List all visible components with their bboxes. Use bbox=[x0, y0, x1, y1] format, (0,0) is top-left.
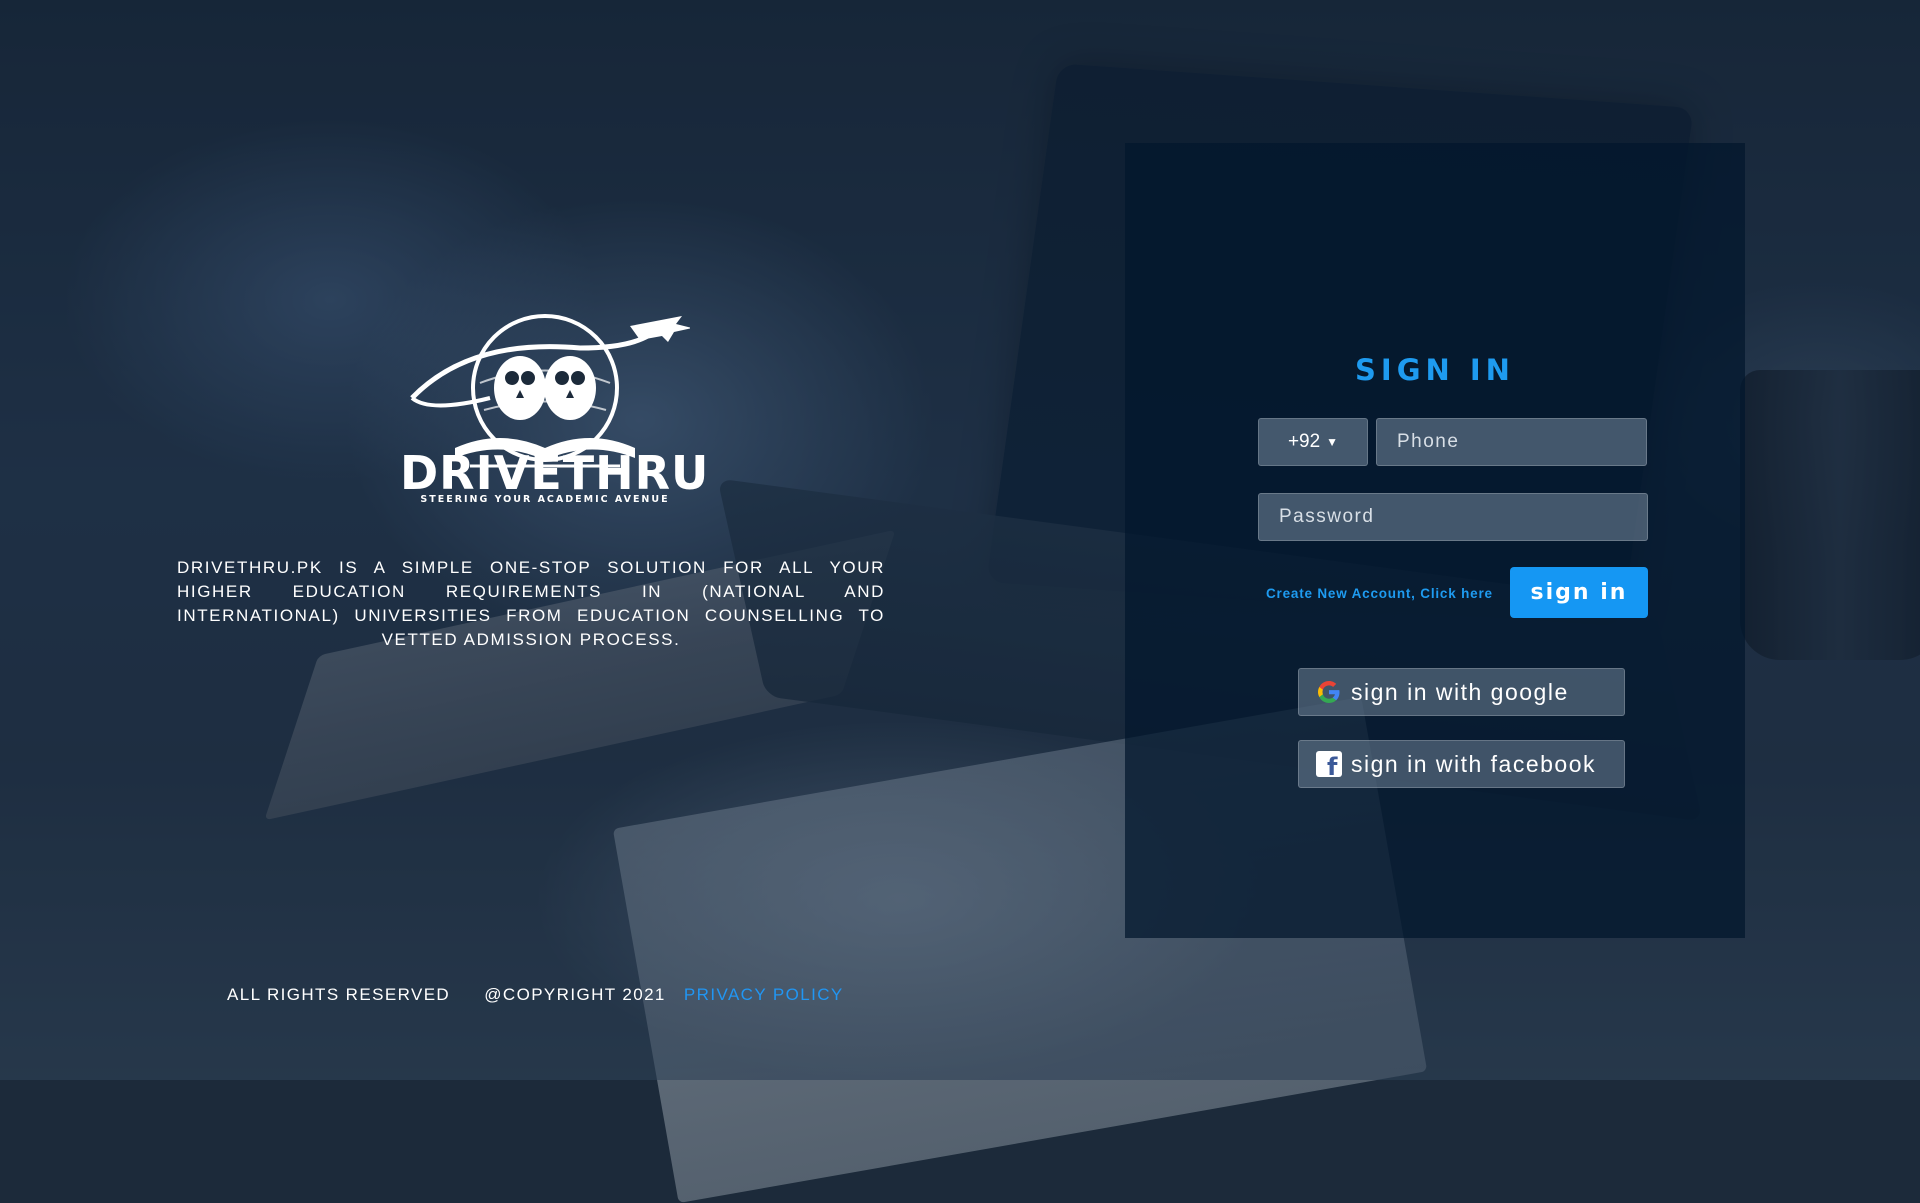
phone-input[interactable] bbox=[1376, 418, 1647, 466]
footer: ALL RIGHTS RESERVED @COPYRIGHT 2021 PRIV… bbox=[227, 985, 844, 1005]
google-g-icon bbox=[1315, 678, 1343, 706]
signin-panel: SIGN IN +92 ▼ Create New Account, Click … bbox=[1125, 143, 1745, 938]
facebook-signin-button[interactable]: f sign in with facebook bbox=[1298, 740, 1625, 788]
signin-title: SIGN IN bbox=[1355, 353, 1515, 387]
password-input[interactable] bbox=[1258, 493, 1648, 541]
signin-button[interactable]: sign in bbox=[1510, 567, 1648, 618]
caret-down-icon: ▼ bbox=[1326, 435, 1339, 449]
create-account-link[interactable]: Create New Account, Click here bbox=[1266, 586, 1493, 601]
footer-rights: ALL RIGHTS RESERVED bbox=[227, 985, 451, 1004]
google-signin-button[interactable]: sign in with google bbox=[1298, 668, 1625, 716]
google-signin-label: sign in with google bbox=[1351, 678, 1569, 705]
brand-tagline: STEERING YOUR ACADEMIC AVENUE bbox=[420, 494, 670, 505]
facebook-f-icon: f bbox=[1315, 750, 1343, 780]
country-code-value: +92 bbox=[1287, 431, 1321, 452]
brand-name: DRIVETHRU bbox=[400, 446, 710, 500]
brand-description: DRIVETHRU.PK IS A SIMPLE ONE-STOP SOLUTI… bbox=[177, 558, 885, 649]
facebook-signin-label: sign in with facebook bbox=[1351, 750, 1597, 777]
footer-copyright: @COPYRIGHT 2021 bbox=[484, 985, 666, 1004]
country-code-select[interactable]: +92 ▼ bbox=[1258, 418, 1368, 466]
privacy-policy-link[interactable]: PRIVACY POLICY bbox=[684, 985, 844, 1005]
